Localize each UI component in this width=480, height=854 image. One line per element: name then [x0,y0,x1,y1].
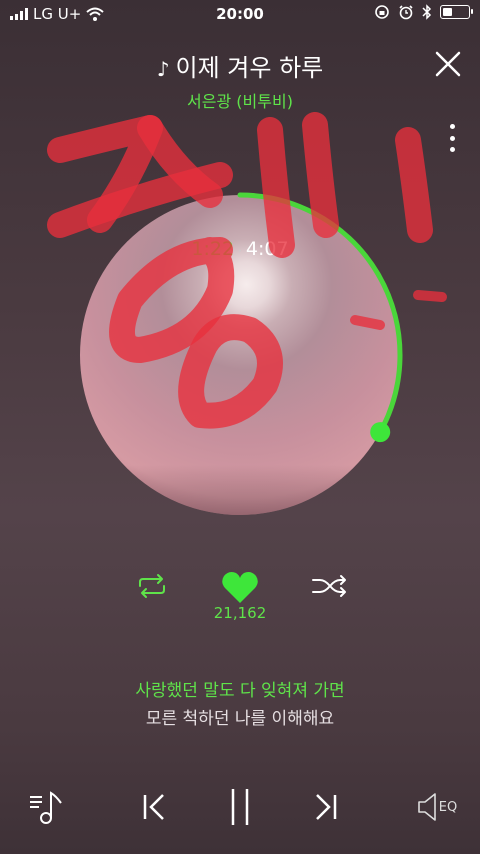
song-title: 이제 겨우 하루 [175,54,324,82]
repeat-button[interactable] [134,572,170,600]
battery-fill [443,8,453,16]
total-time: 4:07 [245,238,289,260]
more-options-icon[interactable] [446,124,458,152]
next-button[interactable] [306,782,346,832]
progress-ring[interactable] [40,180,440,540]
status-right [374,4,473,20]
alarm-icon [399,5,413,20]
previous-button[interactable] [134,782,174,832]
playback-controls: EQ [0,782,480,832]
pause-button[interactable] [219,782,261,832]
lyric-current[interactable]: 사랑했던 말도 다 잊혀져 가면 [0,676,480,701]
progress-knob[interactable] [370,422,391,443]
time-display: 1:22 · 4:07 [40,238,440,260]
playlist-button[interactable] [24,782,68,832]
artist-name[interactable]: 서은광 (비투비) [0,88,480,112]
time-separator: · [238,244,242,258]
like-count: 21,162 [213,604,267,622]
lyric-next[interactable]: 모른 척하던 나를 이해해요 [0,704,480,729]
rotation-lock-icon [375,5,389,19]
heart-icon[interactable] [220,570,260,606]
eq-button[interactable]: EQ [412,782,462,832]
action-row: 21,162 [0,570,480,630]
pause-icon [231,789,249,825]
previous-icon [143,794,164,820]
progress-arc [237,192,403,435]
bluetooth-icon [422,4,432,20]
battery-icon [440,5,473,19]
next-icon [316,794,337,820]
close-button[interactable] [434,50,462,78]
shuffle-button[interactable] [311,572,349,600]
song-title-row: ♪ 이제 겨우 하루 [0,48,480,83]
eq-label: EQ [438,799,458,815]
music-note-icon: ♪ [156,57,170,81]
playlist-icon [30,791,62,824]
speaker-icon [417,793,436,821]
album-player: 1:22 · 4:07 [40,180,440,540]
current-time: 1:22 [191,238,235,260]
status-bar: LG U+ 20:00 [0,0,480,28]
